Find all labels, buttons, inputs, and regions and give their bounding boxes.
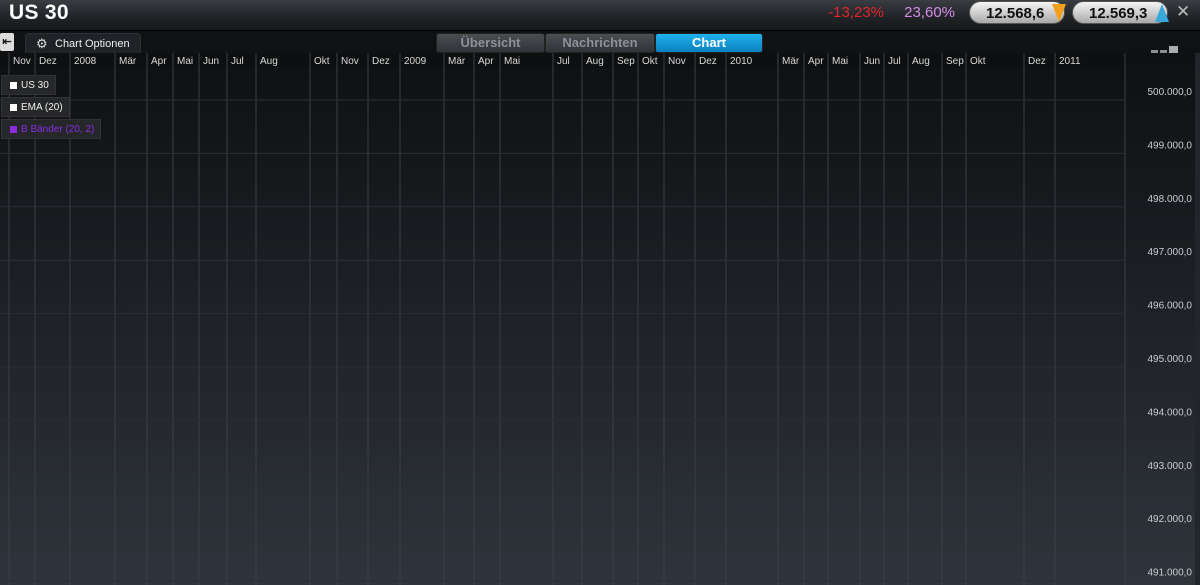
legend-item-bollinger[interactable]: B Bänder (20, 2) (1, 119, 101, 139)
scroll-strip[interactable] (1195, 53, 1200, 585)
x-tick-label: Dez (1028, 56, 1046, 67)
legend-item-ema[interactable]: EMA (20) (1, 97, 70, 117)
y-tick-label: 495.000,0 (1148, 354, 1193, 365)
x-tick-label: 2010 (730, 56, 753, 67)
y-tick-label: 494.000,0 (1148, 407, 1193, 418)
x-tick-label: 2008 (74, 56, 97, 67)
chart-canvas[interactable]: Nov Dez 2008 Mär Apr Mai Jun Jul Aug Okt Nov Dez 200… (0, 53, 1200, 585)
legend-label: B Bänder (20, 2) (21, 124, 94, 135)
sell-price: 12.568,6 (986, 5, 1044, 22)
change-positive: 23,60% (904, 4, 955, 21)
change-negative: -13,23% (828, 4, 884, 21)
x-tick-label: Jul (888, 56, 901, 67)
y-tick-label: 493.000,0 (1148, 461, 1193, 472)
x-tick-label: Okt (642, 56, 658, 67)
x-tick-label: Mär (119, 56, 137, 67)
x-tick-label: Aug (260, 56, 278, 67)
buy-button[interactable]: 12.569,3 (1072, 1, 1168, 24)
x-tick-label: Okt (314, 56, 330, 67)
tab-bar: ⇤ ⚙ Chart Optionen Übersicht Nachrichten… (0, 31, 1200, 53)
back-icon[interactable]: ⇤ (0, 33, 14, 51)
chart-options-label: Chart Optionen (55, 38, 130, 50)
x-tick-label: Mär (782, 56, 800, 67)
y-tick-label: 500.000,0 (1148, 87, 1193, 98)
x-tick-label: Aug (586, 56, 604, 67)
buy-price: 12.569,3 (1089, 5, 1147, 22)
x-tick-label: Aug (912, 56, 930, 67)
y-tick-label: 498.000,0 (1148, 194, 1193, 205)
title-bar: US 30 -13,23% 23,60% 12.568,6 12.569,3 ✕ (0, 0, 1200, 31)
y-tick-label: 496.000,0 (1148, 301, 1193, 312)
y-tick-label: 497.000,0 (1148, 247, 1193, 258)
legend-swatch (10, 82, 17, 89)
x-tick-label: Apr (151, 56, 167, 67)
x-tick-label: Sep (617, 56, 635, 67)
instrument-title: US 30 (9, 0, 69, 26)
x-tick-label: 2009 (404, 56, 427, 67)
x-tick-label: Mai (832, 56, 848, 67)
y-tick-label: 499.000,0 (1148, 140, 1193, 151)
chart-options-button[interactable]: ⚙ Chart Optionen (25, 33, 141, 53)
x-tick-label: Mai (177, 56, 193, 67)
legend-item-us30[interactable]: US 30 (1, 75, 56, 95)
tab-overview[interactable]: Übersicht (436, 33, 545, 53)
x-tick-label: Dez (39, 56, 57, 67)
x-tick-label: Sep (946, 56, 964, 67)
legend-swatch (10, 126, 17, 133)
x-tick-label: Nov (13, 56, 31, 67)
x-tick-label: Apr (478, 56, 494, 67)
x-tick-label: Jun (203, 56, 219, 67)
x-tick-label: Apr (808, 56, 824, 67)
legend-label: EMA (20) (21, 102, 63, 113)
x-tick-label: Mai (504, 56, 520, 67)
arrow-up-icon (1155, 4, 1169, 22)
legend-swatch (10, 104, 17, 111)
x-tick-label: Okt (970, 56, 986, 67)
tab-news[interactable]: Nachrichten (545, 33, 655, 53)
sell-button[interactable]: 12.568,6 (969, 1, 1065, 24)
x-tick-label: Dez (372, 56, 390, 67)
x-tick-label: Jun (864, 56, 880, 67)
x-tick-label: Mär (448, 56, 466, 67)
x-tick-label: Nov (341, 56, 359, 67)
x-tick-label: 2011 (1059, 56, 1081, 67)
y-tick-label: 492.000,0 (1148, 514, 1193, 525)
chart-area[interactable]: Nov Dez 2008 Mär Apr Mai Jun Jul Aug Okt Nov Dez 200… (0, 53, 1200, 585)
legend-label: US 30 (21, 80, 49, 91)
x-tick-label: Jul (557, 56, 570, 67)
x-tick-label: Dez (699, 56, 717, 67)
gear-icon: ⚙ (36, 34, 48, 54)
tab-chart[interactable]: Chart (655, 33, 763, 53)
y-tick-label: 491.000,0 (1148, 568, 1193, 579)
close-icon[interactable]: ✕ (1176, 2, 1190, 22)
x-tick-label: Nov (668, 56, 686, 67)
arrow-down-icon (1052, 4, 1066, 22)
x-tick-label: Jul (231, 56, 244, 67)
